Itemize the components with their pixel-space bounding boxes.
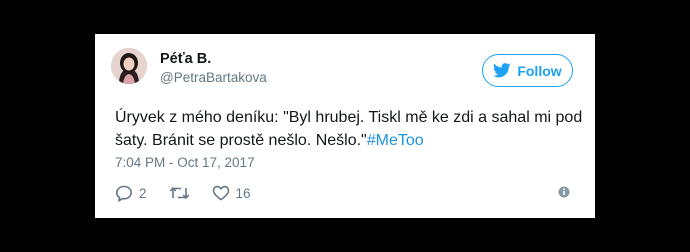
tweet-text: Úryvek z mého deníku: "Byl hrubej. Tiskl…	[115, 106, 585, 152]
tweet-timestamp[interactable]: 7:04 PM - Oct 17, 2017	[115, 155, 255, 170]
retweet-icon	[169, 185, 190, 201]
reply-count: 2	[139, 185, 147, 201]
retweet-button[interactable]	[169, 185, 190, 201]
reply-icon	[115, 185, 133, 202]
heart-icon	[212, 185, 230, 201]
like-button[interactable]: 16	[212, 185, 251, 201]
tweet-actions: 2 16	[115, 183, 251, 203]
info-button[interactable]	[558, 185, 570, 203]
hashtag-link[interactable]: #MeToo	[367, 132, 424, 149]
author-name[interactable]: Péťa B.	[160, 51, 211, 67]
avatar[interactable]	[111, 48, 147, 84]
info-icon	[558, 185, 570, 202]
like-count: 16	[235, 185, 251, 201]
follow-button[interactable]: Follow	[482, 54, 573, 87]
author-handle[interactable]: @PetraBartakova	[160, 70, 267, 85]
tweet-body: Úryvek z mého deníku: "Byl hrubej. Tiskl…	[115, 109, 583, 149]
twitter-bird-icon	[493, 63, 512, 78]
follow-label: Follow	[517, 62, 562, 79]
tweet-card: Péťa B. @PetraBartakova Follow Úryvek z …	[95, 34, 595, 218]
reply-button[interactable]: 2	[115, 185, 147, 202]
